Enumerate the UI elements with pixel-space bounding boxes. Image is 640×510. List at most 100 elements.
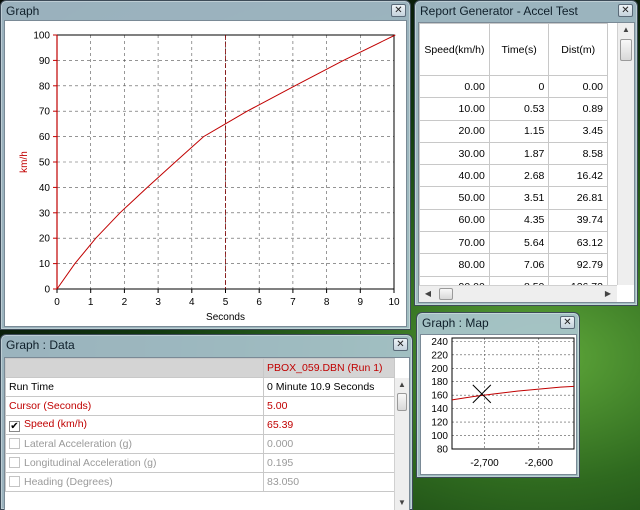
y-tick-label: 0 <box>44 285 50 296</box>
y-tick-label: 140 <box>431 404 448 415</box>
map-close-button[interactable]: ✕ <box>560 316 575 329</box>
x-tick-label: 2 <box>122 297 128 308</box>
x-tick-label: 6 <box>256 297 262 308</box>
grid-row-value: 0.000 <box>263 434 395 454</box>
speed-cell: 10.00 <box>419 97 490 121</box>
close-icon: ✕ <box>396 339 405 350</box>
y-tick-label: 160 <box>431 391 448 402</box>
grid-row-label-cell: Heading (Degrees) <box>5 472 264 492</box>
table-row[interactable]: 20.00 1.15 3.45 <box>419 119 608 143</box>
x-tick-label: 8 <box>324 297 330 308</box>
x-tick-label: 10 <box>388 297 400 308</box>
row-checkbox[interactable] <box>9 438 20 449</box>
grid-row-label-cell: Lateral Acceleration (g) <box>5 434 264 454</box>
speed-cell: 30.00 <box>419 141 490 166</box>
report-vertical-scrollbar[interactable]: ▲ <box>617 23 634 285</box>
grid-row[interactable]: Run Time 0 Minute 10.9 Seconds <box>5 377 395 397</box>
graph-client: 0 10 20 30 40 50 60 70 80 90 100 0 1 2 3 4 5 6 7 8 9 10 Second… <box>4 20 407 327</box>
report-table: Speed(km/h) Time(s) Dist(m) 0.00 0 0.00 10.… <box>419 23 608 302</box>
x-tick-label: 1 <box>88 297 94 308</box>
map-client: 80 100 120 140 160 180 200 220 240 -2,700 -2,600 <box>420 334 577 475</box>
data-vertical-scrollbar[interactable]: ▲ ▼ <box>394 378 409 510</box>
x-tick-label: 5 <box>223 297 229 308</box>
track-line <box>451 385 575 401</box>
report-horizontal-scrollbar[interactable]: ◀ ▶ <box>419 285 617 302</box>
report-client: Speed(km/h) Time(s) Dist(m) 0.00 0 0.00 10.… <box>418 22 635 303</box>
grid-row[interactable]: Cursor (Seconds) 5.00 <box>5 396 395 416</box>
y-tick-label: 50 <box>39 158 51 169</box>
y-tick-label: 240 <box>431 337 448 348</box>
table-row[interactable]: 80.00 7.06 92.79 <box>419 253 608 277</box>
row-checkbox[interactable] <box>9 457 20 468</box>
run-header[interactable]: PBOX_059.DBN (Run 1) <box>263 358 395 378</box>
row-checkbox[interactable]: ✔ <box>9 421 20 432</box>
y-tick-label: 180 <box>431 377 448 388</box>
data-window-title: Graph : Data <box>6 338 75 352</box>
report-close-button[interactable]: ✕ <box>618 4 633 17</box>
map-chart[interactable]: 80 100 120 140 160 180 200 220 240 -2,700 -2,600 <box>421 335 576 474</box>
grid-row-label: Lateral Acceleration (g) <box>24 438 132 450</box>
report-window: Report Generator - Accel Test ✕ Speed(km… <box>414 0 638 306</box>
scroll-up-icon[interactable]: ▲ <box>395 380 409 389</box>
scroll-thumb[interactable] <box>397 393 407 411</box>
grid-row[interactable]: Heading (Degrees) 83.050 <box>5 472 395 492</box>
y-tick-label: 100 <box>33 31 50 42</box>
row-checkbox[interactable] <box>9 476 20 487</box>
table-row[interactable]: 0.00 0 0.00 <box>419 74 608 99</box>
time-cell: 4.35 <box>488 208 550 233</box>
graph-window-title: Graph <box>6 4 40 18</box>
dist-cell: 92.79 <box>548 253 608 277</box>
scroll-left-icon[interactable]: ◀ <box>421 289 435 298</box>
grid-row[interactable]: Lateral Acceleration (g) 0.000 <box>5 434 395 454</box>
col-header-dist[interactable]: Dist(m) <box>548 23 608 76</box>
dist-cell: 16.42 <box>548 164 608 188</box>
speed-cell: 50.00 <box>419 186 490 210</box>
speed-cell: 20.00 <box>419 119 490 143</box>
time-cell: 5.64 <box>488 231 550 255</box>
grid-row-value: 5.00 <box>263 396 395 416</box>
scroll-right-icon[interactable]: ▶ <box>601 289 615 298</box>
grid-row-value: 83.050 <box>263 472 395 492</box>
scroll-up-icon[interactable]: ▲ <box>619 25 633 34</box>
graph-close-button[interactable]: ✕ <box>391 4 406 17</box>
y-tick-label: 120 <box>431 418 448 429</box>
time-cell: 3.51 <box>488 186 550 210</box>
grid-row-value: 0.195 <box>263 453 395 473</box>
map-window-title: Graph : Map <box>422 316 489 330</box>
x-axis-label: Seconds <box>206 312 245 323</box>
scroll-down-icon[interactable]: ▼ <box>395 498 409 507</box>
table-row[interactable]: 50.00 3.51 26.81 <box>419 186 608 210</box>
speed-cell: 60.00 <box>419 208 490 233</box>
col-header-speed[interactable]: Speed(km/h) <box>419 23 490 76</box>
table-row[interactable]: 30.00 1.87 8.58 <box>419 141 608 166</box>
dist-cell: 8.58 <box>548 141 608 166</box>
scroll-thumb[interactable] <box>439 288 453 300</box>
x-tick-label: -2,600 <box>525 458 554 469</box>
dist-cell: 63.12 <box>548 231 608 255</box>
table-row[interactable]: 40.00 2.68 16.42 <box>419 164 608 188</box>
y-axis-label: km/h <box>19 151 30 173</box>
x-tick-label: 7 <box>290 297 296 308</box>
y-tick-label: 60 <box>39 132 51 143</box>
y-tick-label: 20 <box>39 234 51 245</box>
data-close-button[interactable]: ✕ <box>393 338 408 351</box>
grid-row[interactable]: Longitudinal Acceleration (g) 0.195 <box>5 453 395 473</box>
grid-row[interactable]: ✔ Speed (km/h) 65.39 <box>5 415 395 435</box>
y-tick-label: 200 <box>431 364 448 375</box>
col-header-time[interactable]: Time(s) <box>488 23 550 76</box>
data-window: Graph : Data ✕ PBOX_059.DBN (Run 1) Run … <box>0 334 413 510</box>
x-tick-label: 9 <box>358 297 364 308</box>
table-row[interactable]: 70.00 5.64 63.12 <box>419 231 608 255</box>
time-cell: 0 <box>488 74 550 99</box>
table-row[interactable]: 60.00 4.35 39.74 <box>419 208 608 233</box>
speed-time-chart[interactable]: 0 10 20 30 40 50 60 70 80 90 100 0 1 2 3 4 5 6 7 8 9 10 Second… <box>5 21 406 326</box>
table-row[interactable]: 10.00 0.53 0.89 <box>419 97 608 121</box>
y-tick-label: 220 <box>431 350 448 361</box>
grid-row-label: Heading (Degrees) <box>24 476 113 488</box>
map-window: Graph : Map ✕ 80 100 120 140 160 180 200 220 240… <box>416 312 580 478</box>
time-cell: 0.53 <box>488 97 550 121</box>
scroll-thumb[interactable] <box>620 39 632 61</box>
dist-cell: 26.81 <box>548 186 608 210</box>
x-tick-label: -2,700 <box>470 458 499 469</box>
speed-cell: 80.00 <box>419 253 490 277</box>
